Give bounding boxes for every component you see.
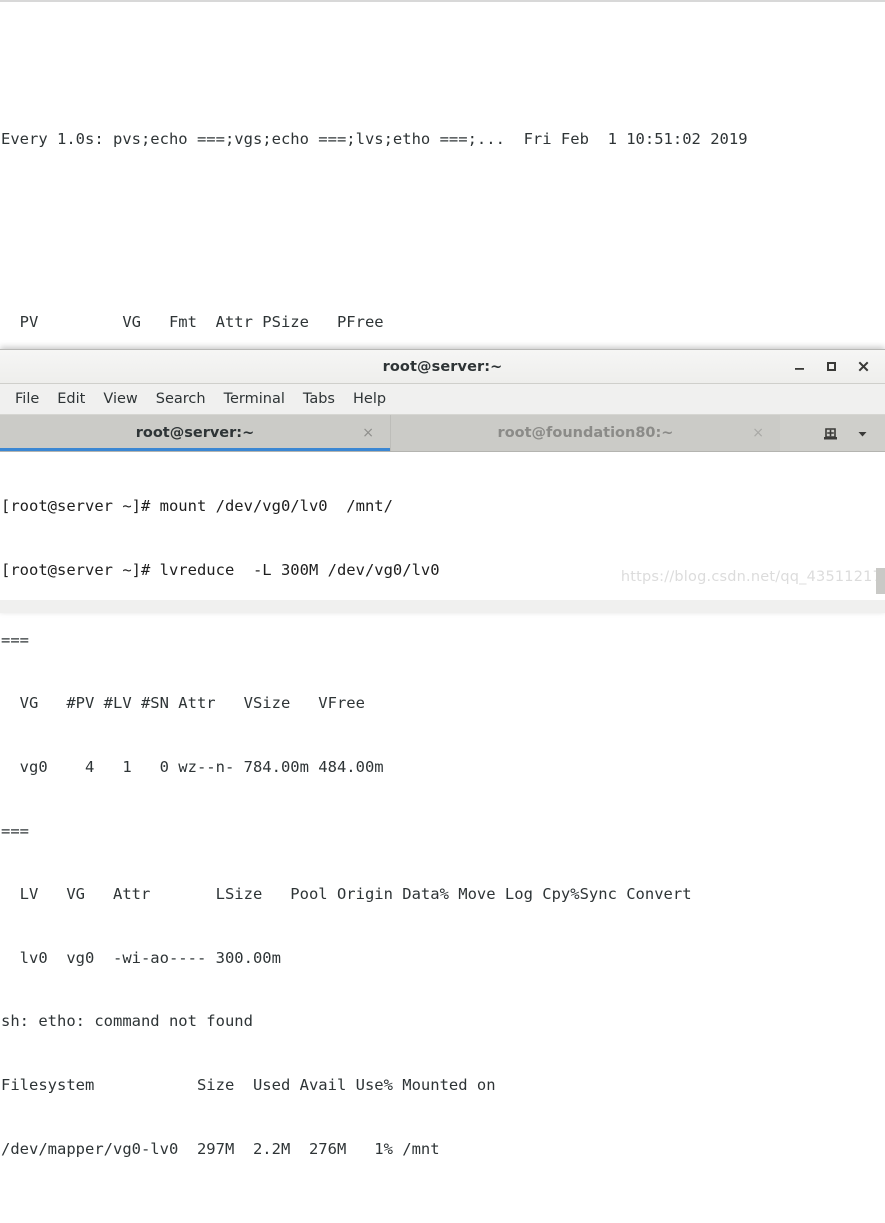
tab-close-icon[interactable]: × — [752, 426, 764, 440]
new-tab-icon[interactable] — [815, 418, 845, 448]
menu-item-terminal[interactable]: Terminal — [215, 388, 294, 410]
menu-item-view[interactable]: View — [94, 388, 146, 410]
menu-item-help[interactable]: Help — [344, 388, 395, 410]
terminal-line: [root@server ~]# lvreduce -L 300M /dev/v… — [1, 561, 440, 579]
watch-header-line: Every 1.0s: pvs;echo ===;vgs;echo ===;lv… — [0, 87, 885, 193]
tab-root-server[interactable]: root@server:~ × — [0, 415, 390, 451]
menu-item-edit[interactable]: Edit — [48, 388, 94, 410]
menubar: File Edit View Search Terminal Tabs Help — [0, 384, 885, 415]
watch-header-text: Every 1.0s: pvs;echo ===;vgs;echo ===;lv… — [1, 130, 748, 149]
watch-line: lv0 vg0 -wi-ao---- 300.00m — [1, 948, 281, 967]
menu-item-file[interactable]: File — [6, 388, 48, 410]
tab-close-icon[interactable]: × — [362, 426, 374, 440]
watch-line: /dev/mapper/vg0-lv0 297M 2.2M 276M 1% /m… — [1, 1139, 440, 1158]
watch-line: sh: etho: command not found — [1, 1012, 253, 1031]
watch-line: === — [1, 821, 29, 840]
watch-line: VG #PV #LV #SN Attr VSize VFree — [1, 694, 365, 713]
terminal-output-area[interactable]: [root@server ~]# mount /dev/vg0/lv0 /mnt… — [0, 452, 885, 600]
watch-line: Filesystem Size Used Avail Use% Mounted … — [1, 1075, 496, 1094]
terminal-line: [root@server ~]# mount /dev/vg0/lv0 /mnt… — [1, 497, 393, 516]
screen-top-rule — [0, 0, 885, 2]
tab-label: root@foundation80:~ — [497, 425, 674, 441]
scrollbar-thumb[interactable] — [876, 568, 885, 594]
watch-line: PV VG Fmt Attr PSize PFree — [1, 312, 384, 331]
minimize-icon[interactable] — [783, 354, 815, 380]
tab-root-foundation80[interactable]: root@foundation80:~ × — [390, 415, 780, 451]
window-controls — [783, 350, 879, 383]
watch-line: LV VG Attr LSize Pool Origin Data% Move … — [1, 885, 692, 904]
chevron-down-icon[interactable] — [847, 418, 877, 448]
watch-line: === — [1, 630, 29, 649]
tabbar: root@server:~ × root@foundation80:~ × — [0, 415, 885, 452]
maximize-icon[interactable] — [815, 354, 847, 380]
menu-item-tabs[interactable]: Tabs — [294, 388, 344, 410]
window-titlebar[interactable]: root@server:~ — [0, 350, 885, 384]
close-icon[interactable] — [847, 354, 879, 380]
window-title: root@server:~ — [382, 358, 503, 375]
tab-label: root@server:~ — [135, 425, 255, 441]
terminal-window[interactable]: root@server:~ File Edit View Search Term… — [0, 349, 885, 613]
watch-line: vg0 4 1 0 wz--n- 784.00m 484.00m — [1, 757, 384, 776]
menu-item-search[interactable]: Search — [147, 388, 215, 410]
tabbar-actions — [815, 415, 885, 451]
